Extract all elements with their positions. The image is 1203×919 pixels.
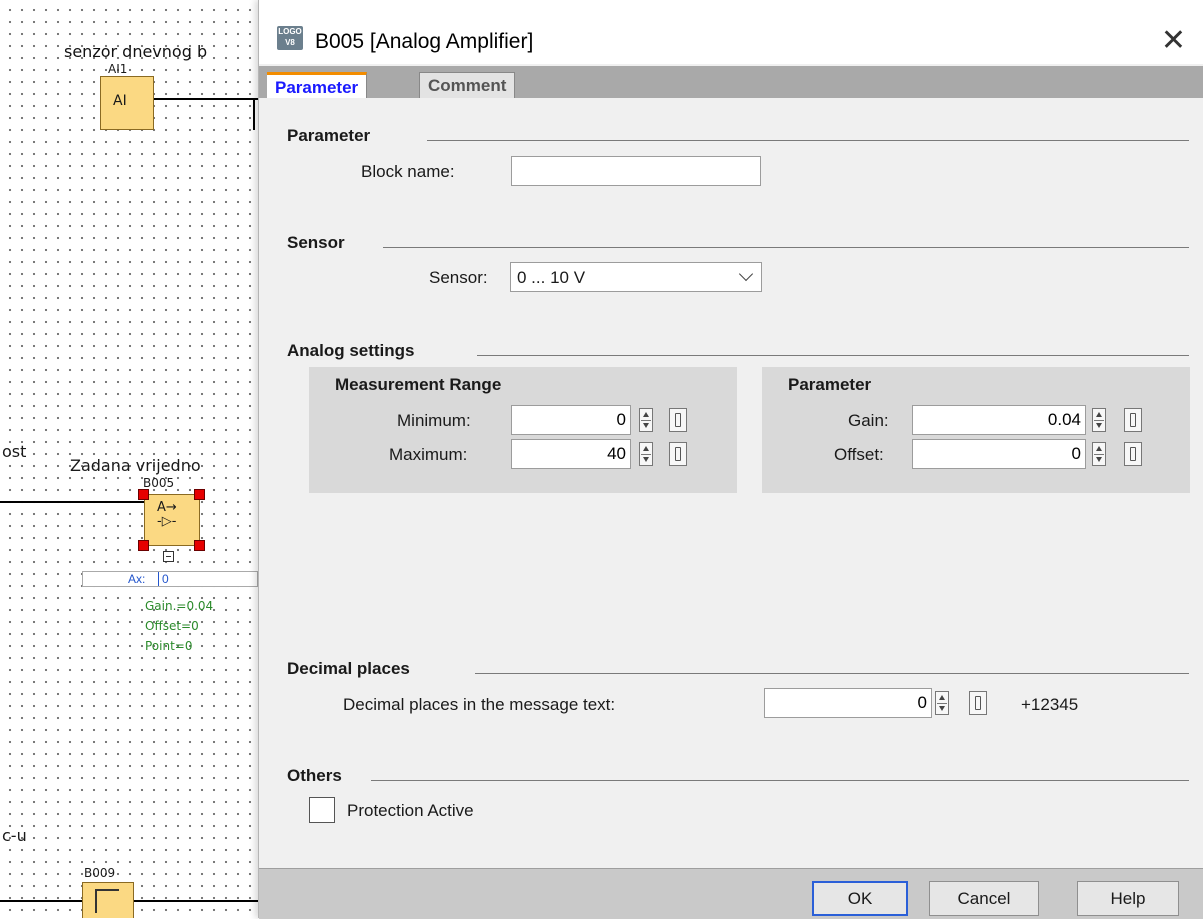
chevron-down-icon <box>738 266 754 282</box>
dialog-footer: OK Cancel Help <box>259 868 1203 919</box>
tab-strip: Parameter Comment <box>259 66 1203 98</box>
decimal-places-section-title: Decimal places <box>287 659 410 678</box>
wire-b009-out <box>134 900 258 902</box>
ax-value: 0 <box>158 572 169 586</box>
ai-block-label: AI <box>113 93 127 109</box>
b005-label: B005 <box>143 476 175 490</box>
others-section-title: Others <box>287 766 342 785</box>
amplifier-parameter-group: Parameter Gain: Offset: <box>762 367 1190 493</box>
point-param-text: Point=0 <box>145 639 193 653</box>
title-bar[interactable]: LOGO V8 B005 [Analog Amplifier] ✕ <box>259 0 1203 64</box>
maximum-label: Maximum: <box>389 445 468 464</box>
cu-label: c-u <box>2 826 27 845</box>
measurement-range-title: Measurement Range <box>335 375 502 394</box>
gain-param-text: Gain.=0.04 <box>145 599 214 613</box>
amplifier-icon: A→ -▷- <box>157 500 177 529</box>
analog-amplifier-dialog: LOGO V8 B005 [Analog Amplifier] ✕ Paramet… <box>258 0 1203 919</box>
gain-input[interactable] <box>912 405 1086 435</box>
ax-label: Ax: <box>128 572 146 586</box>
setpoint-comment: Zadana vrijedno <box>70 456 201 475</box>
selection-handle-tl[interactable] <box>138 489 149 500</box>
sensor-block-comment: senzor dnevnog b <box>64 42 208 61</box>
decimal-places-input[interactable] <box>764 688 932 718</box>
sensor-dropdown[interactable]: 0 ... 10 V <box>510 262 762 292</box>
block-name-input[interactable] <box>511 156 761 186</box>
ost-label: ost <box>2 442 27 461</box>
maximum-reference-button[interactable] <box>669 442 687 466</box>
section-divider <box>477 355 1189 356</box>
parameter-section-title: Parameter <box>287 126 371 145</box>
wire-b009-in <box>0 900 82 902</box>
selection-handle-br[interactable] <box>194 540 205 551</box>
sensor-dropdown-value: 0 ... 10 V <box>517 268 586 287</box>
diagram-canvas[interactable]: senzor dnevnog b AI1 AI ost Zadana vrije… <box>0 0 258 918</box>
ok-button[interactable]: OK <box>812 881 908 916</box>
ai1-label: AI1 <box>108 62 128 76</box>
logo-app-icon: LOGO V8 <box>277 26 303 50</box>
offset-reference-button[interactable] <box>1124 442 1142 466</box>
dialog-title: B005 [Analog Amplifier] <box>315 30 534 53</box>
decimal-places-label: Decimal places in the message text: <box>343 695 616 714</box>
pulse-icon <box>95 889 119 913</box>
decimal-places-reference-button[interactable] <box>969 691 987 715</box>
param-box: Ax: 0 <box>82 571 258 587</box>
help-button[interactable]: Help <box>1077 881 1179 916</box>
sensor-section-title: Sensor <box>287 233 345 252</box>
offset-input[interactable] <box>912 439 1086 469</box>
b009-label: B009 <box>84 866 116 880</box>
maximum-input[interactable] <box>511 439 631 469</box>
offset-param-text: Offset=0 <box>145 619 199 633</box>
section-divider <box>383 247 1189 248</box>
analog-settings-section-title: Analog settings <box>287 341 415 360</box>
decimal-places-spinner[interactable] <box>935 691 949 715</box>
selection-handle-bl[interactable] <box>138 540 149 551</box>
sensor-label: Sensor: <box>429 268 488 287</box>
decimal-preview: +12345 <box>1021 695 1079 714</box>
section-divider <box>475 673 1189 674</box>
minimum-label: Minimum: <box>397 411 471 430</box>
minimum-reference-button[interactable] <box>669 408 687 432</box>
offset-label: Offset: <box>834 445 884 464</box>
tab-comment[interactable]: Comment <box>419 72 516 98</box>
maximum-spinner[interactable] <box>639 442 653 466</box>
tab-parameter[interactable]: Parameter <box>267 72 368 98</box>
section-divider <box>371 780 1189 781</box>
selection-handle-tr[interactable] <box>194 489 205 500</box>
wire-ai <box>154 98 258 100</box>
measurement-range-group: Measurement Range Minimum: Maximum: <box>309 367 737 493</box>
offset-spinner[interactable] <box>1092 442 1106 466</box>
minimum-spinner[interactable] <box>639 408 653 432</box>
close-icon[interactable]: ✕ <box>1161 26 1186 56</box>
protection-active-label: Protection Active <box>347 801 474 820</box>
collapse-icon[interactable] <box>163 551 174 562</box>
block-name-label: Block name: <box>361 162 455 181</box>
wire-b005-in <box>0 501 144 503</box>
gain-reference-button[interactable] <box>1124 408 1142 432</box>
timer-block[interactable] <box>82 882 134 918</box>
gain-label: Gain: <box>848 411 889 430</box>
section-divider <box>427 140 1189 141</box>
minimum-input[interactable] <box>511 405 631 435</box>
cancel-button[interactable]: Cancel <box>929 881 1039 916</box>
protection-active-checkbox[interactable] <box>309 797 335 823</box>
gain-spinner[interactable] <box>1092 408 1106 432</box>
amplifier-parameter-title: Parameter <box>788 375 872 394</box>
ai-block[interactable]: AI <box>100 76 154 130</box>
wire-ai-down <box>253 98 255 130</box>
amplifier-block[interactable]: A→ -▷- <box>144 494 200 546</box>
